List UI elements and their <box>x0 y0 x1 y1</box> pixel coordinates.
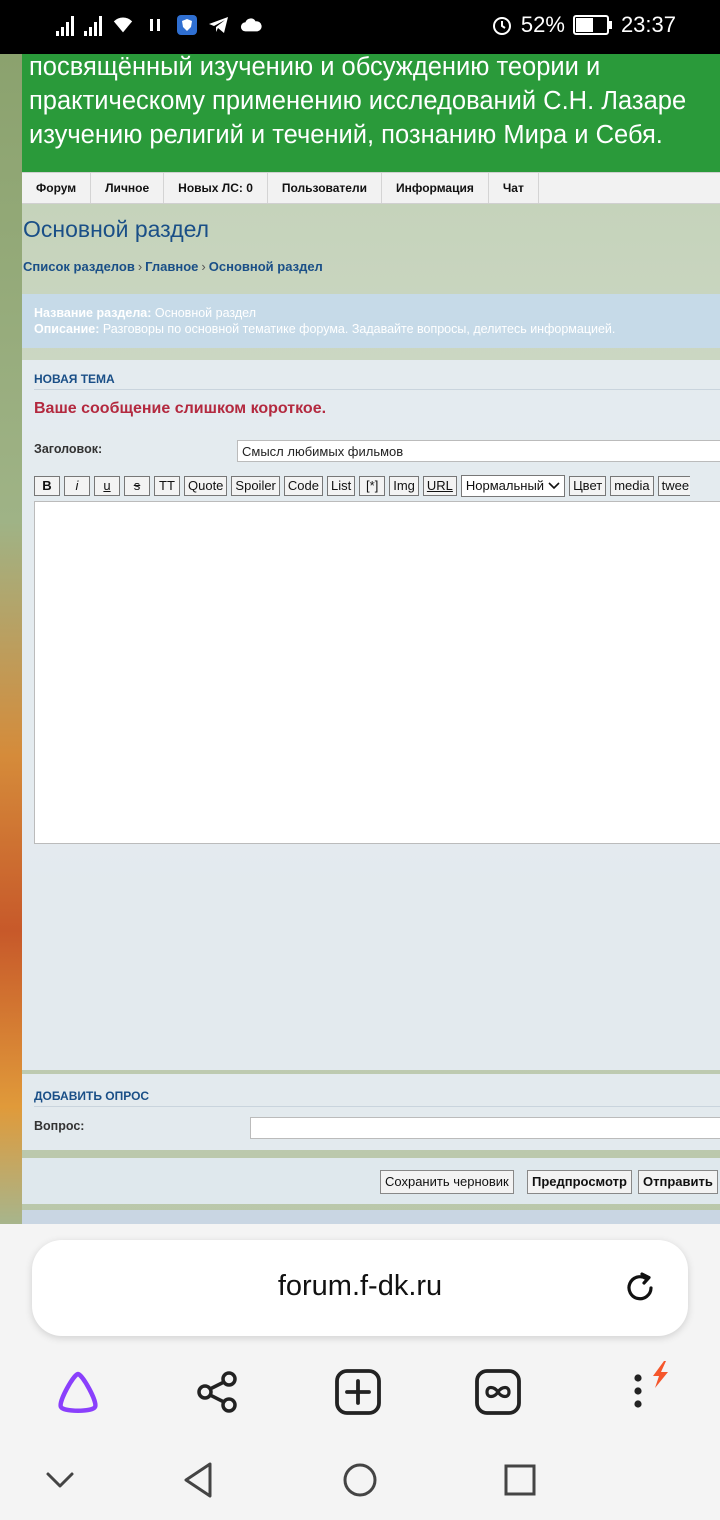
image-button[interactable]: Img <box>389 476 419 496</box>
breadcrumb-link[interactable]: Основной раздел <box>209 259 323 274</box>
battery-fill <box>575 18 593 32</box>
clock: 23:37 <box>620 12 676 37</box>
page-title: Основной раздел <box>23 216 210 242</box>
back-icon[interactable] <box>180 1460 220 1500</box>
home-icon[interactable] <box>340 1460 380 1500</box>
poll-panel: ДОБАВИТЬ ОПРОС Вопрос: <box>22 1074 720 1150</box>
nav-personal[interactable]: Личное <box>91 173 165 203</box>
forum-desc-label: Описание: <box>34 322 100 336</box>
reload-icon[interactable] <box>622 1270 658 1306</box>
alarm-icon <box>491 14 513 36</box>
tweet-button[interactable]: twee <box>657 476 690 496</box>
submit-button[interactable]: Отправить <box>638 1170 718 1194</box>
url-text: forum.f-dk.ru <box>277 1270 443 1302</box>
breadcrumb-separator: › <box>201 259 206 274</box>
divider <box>34 389 720 390</box>
nav-users[interactable]: Пользователи <box>268 173 382 203</box>
banner-line: практическому применению исследований С.… <box>29 87 687 115</box>
quote-button[interactable]: Quote <box>184 476 228 496</box>
forum-info-box: Название раздела: Основной раздел Описан… <box>22 294 720 348</box>
preview-button[interactable]: Предпросмотр <box>527 1170 632 1194</box>
background-image <box>0 54 22 1224</box>
menu-icon[interactable] <box>624 1360 672 1416</box>
nav-information[interactable]: Информация <box>382 173 489 203</box>
nav-new-messages[interactable]: Новых ЛС: 0 <box>164 173 268 203</box>
web-page: посвящённый изучению и обсуждению теории… <box>0 54 720 1224</box>
pause-icon <box>144 14 166 36</box>
tabs-infinity-icon[interactable] <box>474 1368 522 1416</box>
poll-heading: ДОБАВИТЬ ОПРОС <box>34 1089 150 1103</box>
banner-line: изучению религий и течений, познанию Мир… <box>29 121 663 149</box>
breadcrumb-link[interactable]: Список разделов <box>23 259 135 274</box>
strikethrough-button[interactable]: s <box>124 476 150 496</box>
subject-input[interactable]: Смысл любимых фильмов <box>237 440 720 462</box>
nav-forum[interactable]: Форум <box>22 173 92 203</box>
teletype-button[interactable]: TT <box>154 476 180 496</box>
telegram-icon <box>208 14 230 36</box>
battery-percent: 52% <box>520 12 565 37</box>
media-button[interactable]: media <box>610 476 654 496</box>
message-textarea[interactable] <box>34 501 720 844</box>
spoiler-button[interactable]: Spoiler <box>231 476 280 496</box>
url-button[interactable]: URL <box>422 476 457 496</box>
page-footer-strip <box>22 1210 720 1224</box>
forum-name-label: Название раздела: <box>34 306 152 320</box>
alice-assistant-icon[interactable] <box>54 1368 102 1416</box>
wifi-icon <box>112 14 134 36</box>
font-size-value: Нормальный <box>465 478 545 493</box>
poll-question-input[interactable] <box>250 1117 720 1139</box>
error-message: Ваше сообщение слишком короткое. <box>34 400 327 417</box>
poll-question-label: Вопрос: <box>34 1119 85 1133</box>
breadcrumb-separator: › <box>137 259 143 274</box>
breadcrumb: Список разделов › Главное › Основной раздел <box>23 259 323 274</box>
list-item-button[interactable]: [*] <box>359 476 386 496</box>
breadcrumb-link[interactable]: Главное <box>145 259 198 274</box>
forum-banner: посвящённый изучению и обсуждению теории… <box>22 54 720 172</box>
bbcode-toolbar: B i u s TT Quote Spoiler Code List [*] I… <box>34 475 690 497</box>
share-icon[interactable] <box>194 1368 242 1416</box>
signal-icon <box>84 14 102 36</box>
underline-button[interactable]: u <box>94 476 120 496</box>
collapse-icon[interactable] <box>40 1460 80 1500</box>
status-bar: 52% 23:37 <box>0 0 720 54</box>
signal-icon <box>56 14 74 36</box>
nav-chat[interactable]: Чат <box>489 173 539 203</box>
address-bar[interactable]: forum.f-dk.ru <box>32 1240 688 1336</box>
new-topic-heading: НОВАЯ ТЕМА <box>34 372 115 386</box>
shield-app-icon <box>176 14 198 36</box>
forum-name-row: Название раздела: Основной раздел <box>34 305 720 321</box>
form-actions: Сохранить черновик Предпросмотр Отправит… <box>22 1158 720 1204</box>
forum-desc-value: Разговоры по основной тематике форума. З… <box>102 322 616 336</box>
battery-icon <box>572 15 612 35</box>
subject-label: Заголовок: <box>34 442 103 456</box>
status-icons-right: 52% 23:37 <box>491 12 676 38</box>
cloud-icon <box>240 14 262 36</box>
bold-button[interactable]: B <box>34 476 60 496</box>
divider <box>34 1106 720 1107</box>
chevron-down-icon <box>548 482 560 490</box>
new-topic-panel: НОВАЯ ТЕМА Ваше сообщение слишком коротк… <box>22 360 720 1070</box>
new-tab-icon[interactable] <box>334 1368 382 1416</box>
save-draft-button[interactable]: Сохранить черновик <box>380 1170 514 1194</box>
forum-desc-row: Описание: Разговоры по основной тематике… <box>34 321 720 337</box>
list-button[interactable]: List <box>326 476 356 496</box>
banner-line: посвящённый изучению и обсуждению теории… <box>29 54 601 81</box>
color-button[interactable]: Цвет <box>569 476 607 496</box>
recents-icon[interactable] <box>500 1460 540 1500</box>
forum-nav: Форум Личное Новых ЛС: 0 Пользователи Ин… <box>22 172 720 204</box>
forum-name-value: Основной раздел <box>154 306 256 320</box>
italic-button[interactable]: i <box>64 476 90 496</box>
code-button[interactable]: Code <box>283 476 323 496</box>
font-size-select[interactable]: Нормальный <box>460 475 566 497</box>
browser-chrome: forum.f-dk.ru <box>0 1224 720 1520</box>
status-icons-left <box>56 14 262 36</box>
